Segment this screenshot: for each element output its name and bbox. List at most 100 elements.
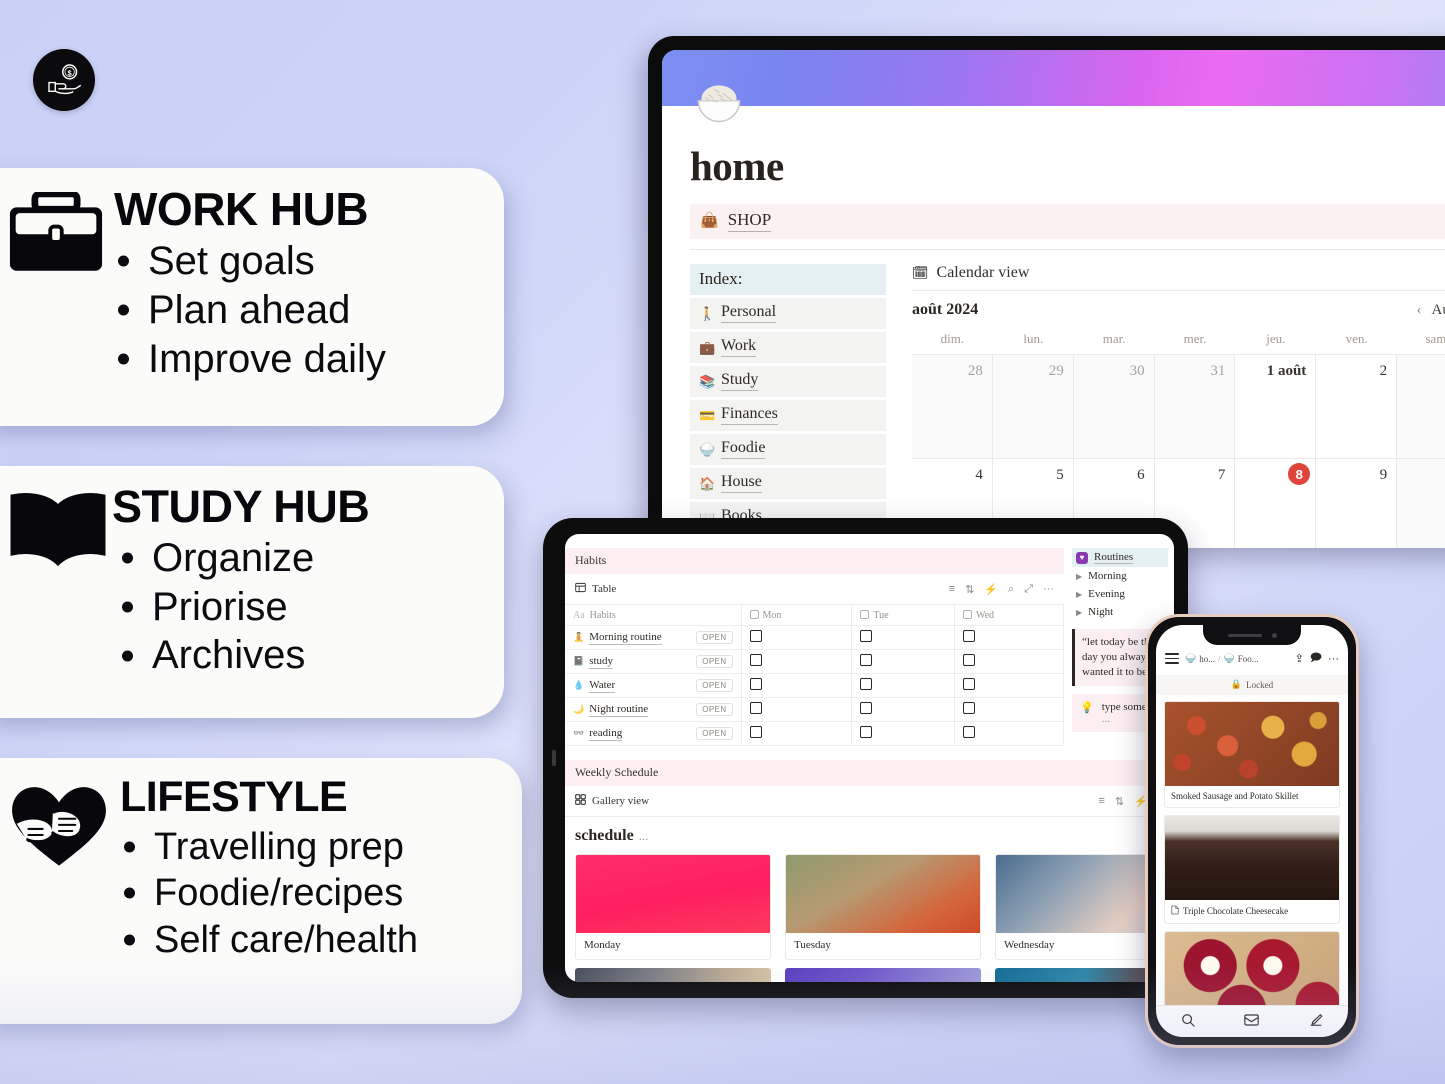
- checkbox[interactable]: [860, 702, 873, 714]
- column-header-tue[interactable]: Tue: [851, 605, 955, 626]
- breadcrumb-foodie[interactable]: Foo...: [1238, 654, 1259, 664]
- checkbox[interactable]: [962, 678, 975, 690]
- checkbox[interactable]: [860, 726, 873, 738]
- calendar-cell[interactable]: 29: [992, 355, 1074, 459]
- calendar-cell[interactable]: 3: [1397, 355, 1445, 459]
- habit-check-cell[interactable]: [851, 673, 955, 698]
- habit-check-cell[interactable]: [851, 721, 955, 746]
- recipe-card[interactable]: Smoked Sausage and Potato Skillet: [1164, 701, 1340, 808]
- sidebar-item-personal[interactable]: 🚶 Personal: [690, 298, 886, 329]
- habit-name-cell[interactable]: 💧 Water OPEN: [565, 673, 742, 698]
- prev-month-button[interactable]: ‹: [1417, 302, 1422, 319]
- habit-name-cell[interactable]: 👓 reading OPEN: [565, 721, 742, 746]
- comment-icon[interactable]: 🗩: [1310, 649, 1322, 668]
- checkbox[interactable]: [860, 678, 873, 690]
- automation-icon[interactable]: ⚡: [984, 583, 998, 596]
- calendar-cell[interactable]: 2: [1316, 355, 1398, 459]
- search-icon[interactable]: [1181, 1013, 1195, 1030]
- inbox-icon[interactable]: [1244, 1013, 1260, 1030]
- table-row[interactable]: 👓 reading OPEN: [565, 721, 1065, 746]
- checkbox[interactable]: [860, 630, 873, 642]
- checkbox[interactable]: [962, 726, 975, 738]
- filter-icon[interactable]: ≡: [1098, 795, 1104, 807]
- filter-icon[interactable]: ≡: [949, 583, 955, 595]
- sidebar-item-house[interactable]: 🏠 House: [690, 468, 886, 499]
- share-icon[interactable]: ⇪: [1295, 652, 1304, 665]
- calendar-cell[interactable]: 28: [912, 355, 993, 459]
- habit-name-cell[interactable]: 📓 study OPEN: [565, 649, 742, 674]
- search-icon[interactable]: ⌕: [1008, 583, 1014, 596]
- habit-check-cell[interactable]: [741, 673, 853, 698]
- habit-check-cell[interactable]: [741, 721, 853, 746]
- habit-check-cell[interactable]: [954, 649, 1065, 674]
- routine-item-night[interactable]: ▶ Night: [1072, 603, 1168, 621]
- sidebar-item-study[interactable]: 📚 Study: [690, 366, 886, 397]
- checkbox[interactable]: [860, 654, 873, 666]
- table-row[interactable]: 🌙 Night routine OPEN: [565, 697, 1065, 722]
- checkbox[interactable]: [749, 678, 762, 690]
- today-button[interactable]: Aujour: [1432, 302, 1445, 319]
- column-header-mon[interactable]: Mon: [741, 605, 853, 626]
- recipe-card[interactable]: Triple Chocolate Cheesecake: [1164, 815, 1340, 924]
- table-row[interactable]: 💧 Water OPEN: [565, 673, 1065, 698]
- habit-name-cell[interactable]: 🧘 Morning routine OPEN: [565, 625, 742, 650]
- calendar-cell[interactable]: 31: [1154, 355, 1236, 459]
- open-button[interactable]: OPEN: [696, 655, 733, 668]
- open-button[interactable]: OPEN: [696, 679, 733, 692]
- gallery-card[interactable]: [575, 968, 771, 982]
- recipe-card[interactable]: Red Velvet Sugar Cookies: [1164, 931, 1340, 1005]
- habit-check-cell[interactable]: [741, 697, 853, 722]
- sidebar-item-finances[interactable]: 💳 Finances: [690, 400, 886, 431]
- calendar-view-tab[interactable]: 🗓 Calendar view: [912, 264, 1445, 291]
- column-header-habits[interactable]: Aa Habits: [565, 605, 742, 626]
- open-button[interactable]: OPEN: [696, 703, 733, 716]
- compose-icon[interactable]: [1309, 1013, 1323, 1030]
- checkbox[interactable]: [749, 702, 762, 714]
- habit-check-cell[interactable]: [851, 649, 955, 674]
- habit-name-cell[interactable]: 🌙 Night routine OPEN: [565, 697, 742, 722]
- habit-check-cell[interactable]: [851, 697, 955, 722]
- board-more-icon[interactable]: ...: [639, 828, 649, 843]
- gallery-card[interactable]: [785, 968, 981, 982]
- habit-check-cell[interactable]: [851, 625, 955, 650]
- sort-icon[interactable]: ⇅: [965, 583, 974, 596]
- more-icon[interactable]: ···: [1043, 583, 1054, 595]
- table-row[interactable]: 🧘 Morning routine OPEN: [565, 625, 1065, 650]
- hamburger-icon[interactable]: [1165, 653, 1179, 664]
- routine-item-morning[interactable]: ▶ Morning: [1072, 567, 1168, 585]
- routine-item-evening[interactable]: ▶ Evening: [1072, 585, 1168, 603]
- calendar-cell[interactable]: 30: [1073, 355, 1155, 459]
- shop-link-row[interactable]: 👜 SHOP: [690, 204, 1445, 239]
- sidebar-item-foodie[interactable]: 🍚 Foodie: [690, 434, 886, 465]
- expand-icon[interactable]: ⤢: [1024, 583, 1033, 596]
- habit-check-cell[interactable]: [741, 625, 853, 650]
- calendar-cell[interactable]: 9: [1316, 459, 1398, 548]
- habit-check-cell[interactable]: [954, 625, 1065, 650]
- sort-icon[interactable]: ⇅: [1115, 795, 1124, 808]
- checkbox[interactable]: [749, 654, 762, 666]
- checkbox[interactable]: [749, 726, 762, 738]
- routines-title-row[interactable]: ♥ Routines: [1072, 548, 1168, 567]
- breadcrumb-home[interactable]: ho...: [1199, 654, 1215, 664]
- recipe-image: [1165, 816, 1339, 900]
- table-row[interactable]: 📓 study OPEN: [565, 649, 1065, 674]
- column-header-wed[interactable]: Wed: [954, 605, 1065, 626]
- checkbox[interactable]: [962, 702, 975, 714]
- open-button[interactable]: OPEN: [696, 631, 733, 644]
- more-icon[interactable]: ···: [1328, 653, 1339, 665]
- habit-check-cell[interactable]: [741, 649, 853, 674]
- calendar-cell[interactable]: 10: [1397, 459, 1445, 548]
- open-button[interactable]: OPEN: [696, 727, 733, 740]
- breadcrumb[interactable]: 🍚 ho... / 🍚 Foo...: [1185, 653, 1258, 664]
- calendar-cell-today[interactable]: 8: [1235, 459, 1317, 548]
- gallery-card[interactable]: Tuesday: [785, 854, 981, 960]
- checkbox[interactable]: [962, 630, 975, 642]
- sidebar-item-work[interactable]: 💼 Work: [690, 332, 886, 363]
- checkbox[interactable]: [749, 630, 762, 642]
- habit-check-cell[interactable]: [954, 721, 1065, 746]
- habit-check-cell[interactable]: [954, 697, 1065, 722]
- gallery-card[interactable]: Monday: [575, 854, 771, 960]
- habit-check-cell[interactable]: [954, 673, 1065, 698]
- calendar-cell[interactable]: 1 août: [1235, 355, 1317, 459]
- checkbox[interactable]: [962, 654, 975, 666]
